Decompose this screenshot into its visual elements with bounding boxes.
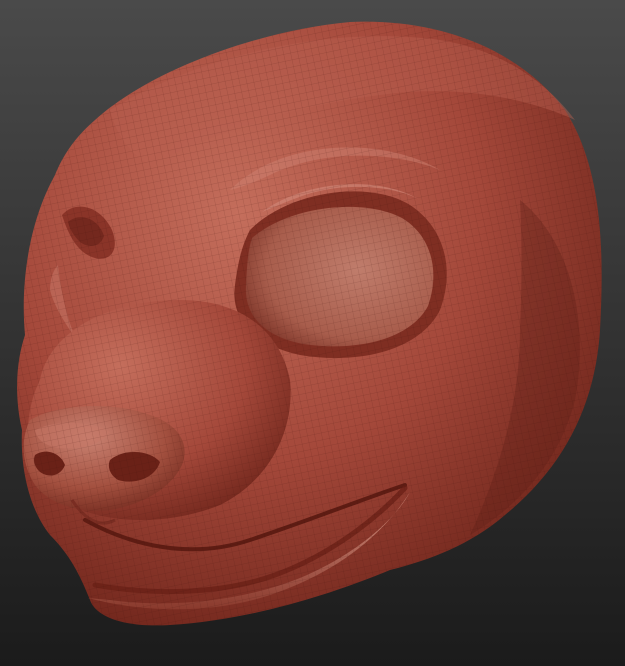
render-canvas (0, 0, 625, 666)
sculpt-viewport[interactable] (0, 0, 625, 666)
